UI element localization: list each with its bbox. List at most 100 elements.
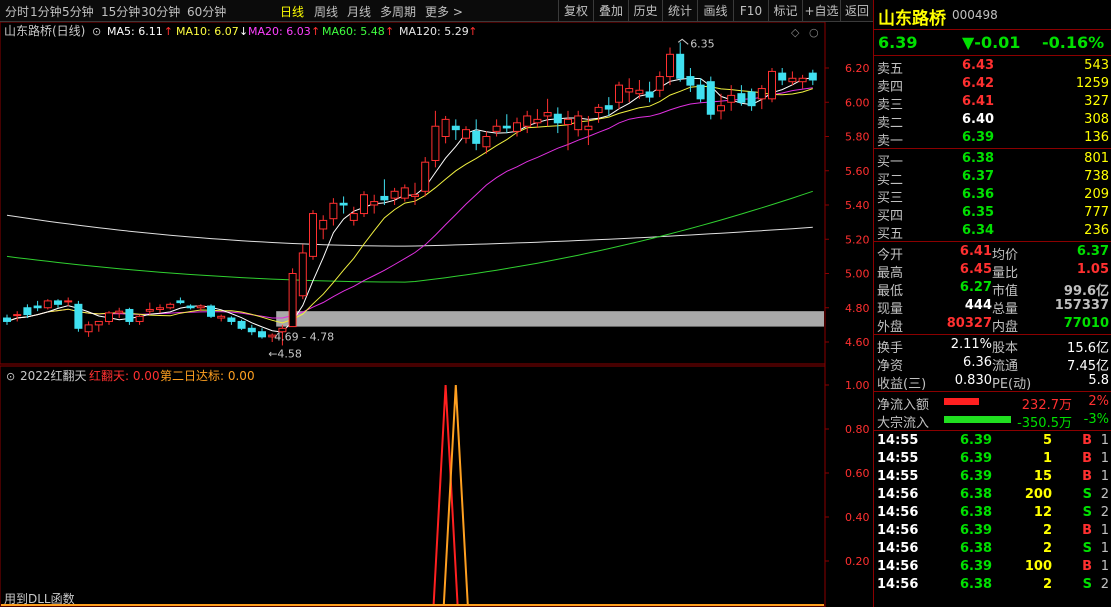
candle[interactable] [33, 300, 42, 312]
candle[interactable] [227, 316, 236, 325]
stat-row[interactable]: 今开 6.41 均价 6.37 [874, 243, 1111, 263]
ask-row[interactable]: 卖一 6.39 136 [874, 129, 1111, 149]
candle[interactable] [747, 88, 756, 111]
candle[interactable] [696, 78, 705, 103]
tick-row[interactable]: 14:55 6.39 15 B 1 [874, 468, 1111, 486]
toolbar-button-4[interactable]: 画线 [697, 0, 733, 22]
period-0[interactable]: 分时 [5, 3, 29, 20]
toolbar-button-0[interactable]: 复权 [558, 0, 593, 22]
close-icon[interactable]: ○ [809, 26, 819, 39]
candle[interactable] [390, 187, 399, 205]
tick-row[interactable]: 14:55 6.39 1 B 1 [874, 450, 1111, 468]
candle[interactable] [737, 85, 746, 106]
candle[interactable] [472, 119, 481, 151]
candle[interactable] [329, 198, 338, 226]
candle[interactable] [166, 302, 175, 310]
tick-row[interactable]: 14:55 6.39 5 B 1 [874, 432, 1111, 450]
bid-row[interactable]: 买五 6.34 236 [874, 222, 1111, 242]
candle[interactable] [349, 206, 358, 226]
legend-toggle-icon[interactable]: ⊙ [92, 25, 101, 38]
chart-area[interactable]: 山东路桥(日线) ⊙ MA5: 6.11 ↑ MA10: 6.07 ↓ MA20: 6.… [0, 21, 873, 607]
toolbar-button-7[interactable]: +自选 [802, 0, 840, 22]
fin-row[interactable]: 净资 6.36 流通 7.45亿 [874, 354, 1111, 374]
indicator-toggle-icon[interactable]: ⊙ [6, 370, 15, 383]
candle[interactable] [666, 47, 674, 86]
candle[interactable] [604, 97, 613, 116]
bid-row[interactable]: 买四 6.35 777 [874, 204, 1111, 224]
candle[interactable] [247, 324, 256, 336]
candle[interactable] [298, 244, 307, 300]
toolbar-button-3[interactable]: 统计 [662, 0, 697, 22]
ask-row[interactable]: 卖三 6.41 327 [874, 93, 1111, 113]
candle[interactable] [13, 311, 22, 322]
ask-row[interactable]: 卖二 6.40 308 [874, 111, 1111, 131]
candle[interactable] [768, 68, 776, 103]
candle[interactable] [421, 157, 430, 197]
candle[interactable] [84, 321, 93, 337]
ask-row[interactable]: 卖五 6.43 543 [874, 57, 1111, 77]
candle[interactable] [553, 107, 562, 134]
candle[interactable] [451, 119, 460, 140]
candle[interactable] [156, 304, 164, 313]
candle[interactable] [523, 110, 532, 134]
candle[interactable] [502, 114, 511, 134]
candle[interactable] [594, 103, 603, 123]
candle[interactable] [105, 311, 113, 325]
candle[interactable] [655, 71, 664, 98]
flow-row[interactable]: 净流入额 232.7万 2% [874, 393, 1111, 413]
tick-row[interactable]: 14:56 6.38 2 S 1 [874, 540, 1111, 558]
period-1[interactable]: 1分钟 [30, 3, 62, 20]
candle[interactable] [135, 314, 144, 325]
candle[interactable] [125, 307, 134, 325]
candle[interactable] [400, 184, 409, 202]
fin-row[interactable]: 收益(三) 0.830 PE(动) 5.8 [874, 372, 1111, 392]
candle[interactable] [339, 196, 348, 214]
candle[interactable] [380, 179, 389, 205]
candle[interactable] [798, 74, 807, 89]
candle[interactable] [625, 78, 634, 103]
candle[interactable] [533, 109, 542, 128]
toolbar-button-1[interactable]: 叠加 [593, 0, 628, 22]
bid-row[interactable]: 买二 6.37 738 [874, 168, 1111, 188]
candle[interactable] [360, 191, 368, 217]
stat-row[interactable]: 最高 6.45 量比 1.05 [874, 261, 1111, 281]
candle[interactable] [431, 110, 440, 168]
flow-row[interactable]: 大宗流入 -350.5万 -3% [874, 411, 1111, 431]
period-6[interactable]: 日线 [280, 3, 304, 20]
period-9[interactable]: 多周期 [380, 3, 416, 20]
candle[interactable] [3, 314, 11, 325]
candle[interactable] [64, 297, 73, 307]
stat-row[interactable]: 外盘 80327 内盘 77010 [874, 315, 1111, 335]
tick-row[interactable]: 14:56 6.38 12 S 2 [874, 504, 1111, 522]
candle[interactable] [706, 76, 715, 120]
fin-row[interactable]: 换手 2.11% 股本 15.6亿 [874, 336, 1111, 356]
candle[interactable] [43, 299, 52, 310]
candle[interactable] [574, 110, 583, 137]
candle[interactable] [676, 42, 685, 82]
candle[interactable] [217, 314, 226, 322]
stat-row[interactable]: 最低 6.27 市值 99.6亿 [874, 279, 1111, 299]
candle[interactable] [462, 126, 470, 144]
diamond-icon[interactable]: ◇ [791, 26, 800, 39]
toolbar-button-5[interactable]: F10 [733, 0, 768, 22]
kline-svg[interactable]: 山东路桥(日线) ⊙ MA5: 6.11 ↑ MA10: 6.07 ↓ MA20: 6.… [0, 21, 873, 607]
candle[interactable] [645, 81, 654, 103]
period-4[interactable]: 30分钟 [141, 3, 180, 20]
candle[interactable] [237, 319, 246, 331]
ask-row[interactable]: 卖四 6.42 1259 [874, 75, 1111, 95]
candle[interactable] [258, 328, 266, 339]
toolbar-button-2[interactable]: 历史 [628, 0, 662, 22]
tick-row[interactable]: 14:56 6.39 2 B 1 [874, 522, 1111, 540]
stat-row[interactable]: 现量 444 总量 157337 [874, 297, 1111, 317]
toolbar-button-6[interactable]: 标记 [768, 0, 802, 22]
bid-row[interactable]: 买三 6.36 209 [874, 186, 1111, 206]
candle[interactable] [54, 299, 62, 308]
period-5[interactable]: 60分钟 [187, 3, 226, 20]
candle[interactable] [808, 69, 817, 86]
tick-row[interactable]: 14:56 6.38 200 S 2 [874, 486, 1111, 504]
candle[interactable] [74, 300, 83, 332]
candle[interactable] [309, 210, 317, 260]
candle[interactable] [370, 194, 379, 214]
period-10[interactable]: 更多 > [425, 3, 463, 20]
candle[interactable] [778, 68, 787, 86]
